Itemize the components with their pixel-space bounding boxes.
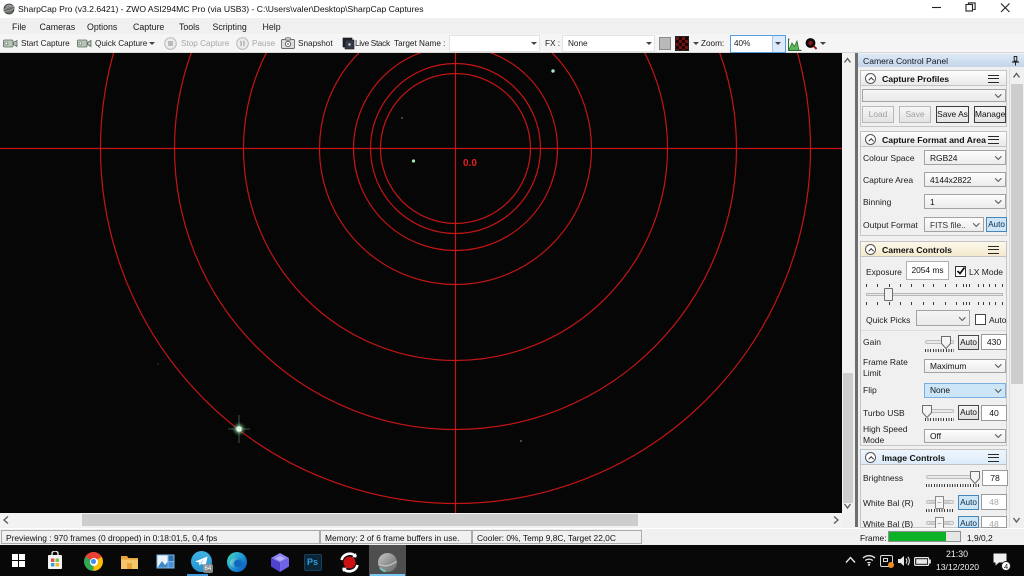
- svg-text:0.0: 0.0: [463, 158, 477, 169]
